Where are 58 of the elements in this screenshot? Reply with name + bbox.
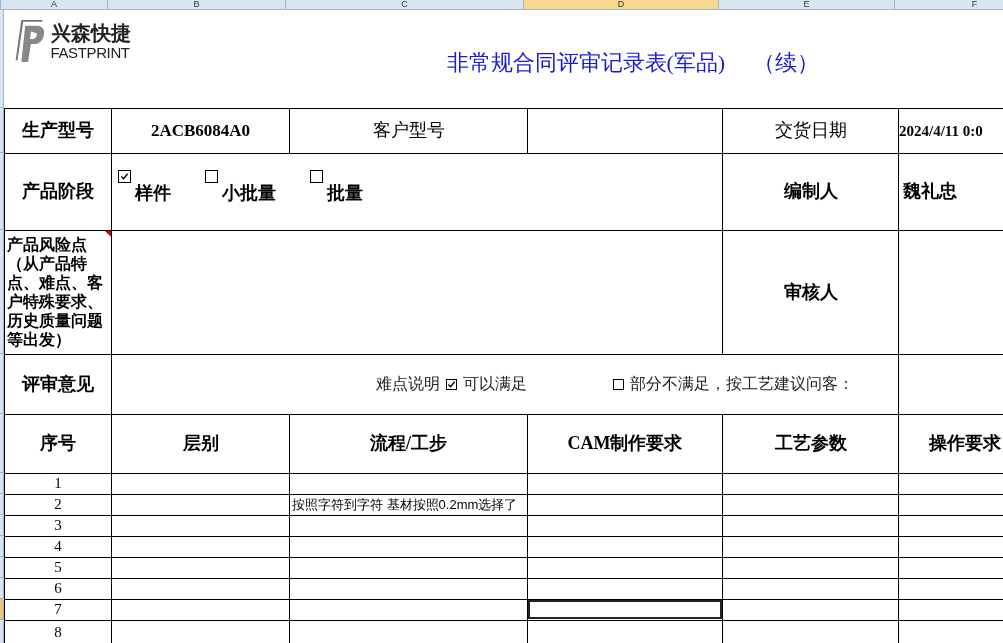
option-label: 可以满足 [463,374,527,394]
row-header[interactable] [0,536,4,557]
checkmark-icon [120,171,129,181]
field-value: 魏礼忠 [903,181,957,201]
row-number: 6 [53,581,63,596]
row-header[interactable] [0,473,4,494]
field-label: 客户型号 [371,119,446,142]
option-label: 部分不满足，按工艺建议问客： [630,374,854,394]
row-header[interactable] [0,515,4,536]
column-heading: CAM制作要求 [567,433,683,453]
field-label: 交货日期 [773,119,848,142]
field-label: 产品阶段 [21,180,95,203]
row-number: 4 [53,539,63,554]
row-number: 8 [53,624,63,640]
checkbox[interactable] [310,169,323,183]
row-header[interactable] [0,599,4,620]
row-header[interactable] [0,578,4,599]
column-heading: 操作要求 [929,433,1001,453]
active-cell[interactable] [528,600,722,619]
form-title: 非常规合同评审记录表(军品) [446,49,726,77]
column-heading: 序号 [40,433,76,453]
checkbox[interactable] [118,169,131,183]
column-heading: 工艺参数 [774,433,847,453]
logo-text: FASTPRINT [50,44,131,60]
row-number: 5 [53,560,63,575]
column-heading: 层别 [182,433,219,453]
checkbox[interactable] [205,169,218,183]
field-value: 2024/4/11 0:0 [899,122,983,139]
column-header[interactable]: B [108,0,286,10]
column-header[interactable]: F [895,0,1003,10]
column-header[interactable]: C [286,0,524,10]
row-number: 3 [53,518,63,533]
field-label: 审核人 [782,280,839,304]
column-header[interactable]: A [1,0,108,10]
field-label: 评审意见 [20,372,95,396]
row-header[interactable] [0,620,4,643]
row-number: 2 [53,497,63,512]
logo-name: 兴森快捷 [50,22,131,43]
field-label: 编制人 [782,180,839,203]
option-label: 批量 [327,181,363,205]
column-heading: 流程/工步 [370,433,447,453]
field-label: 产品风险点（从产品特点、难点、客户特殊要求、历史质量问题等出发） [6,235,104,349]
checkmark-icon [447,379,456,389]
column-header[interactable]: E [719,0,895,10]
column-header[interactable]: D [524,0,719,10]
form-title-suffix: （续） [753,49,820,77]
row-number: 7 [53,602,63,617]
option-label: 小批量 [222,181,276,205]
field-label: 生产型号 [21,119,95,142]
hint-label: 难点说明 [376,374,440,394]
option-label: 样件 [135,181,171,205]
row-header[interactable] [0,557,4,578]
row-number: 1 [53,476,63,491]
table-cell-text: 按照字符到字符 基材按照0.2mm选择了 [291,498,519,511]
checkbox[interactable] [446,378,457,390]
row-header[interactable] [0,494,4,515]
field-value: 2ACB6084A0 [149,119,252,142]
checkbox[interactable] [613,378,624,390]
